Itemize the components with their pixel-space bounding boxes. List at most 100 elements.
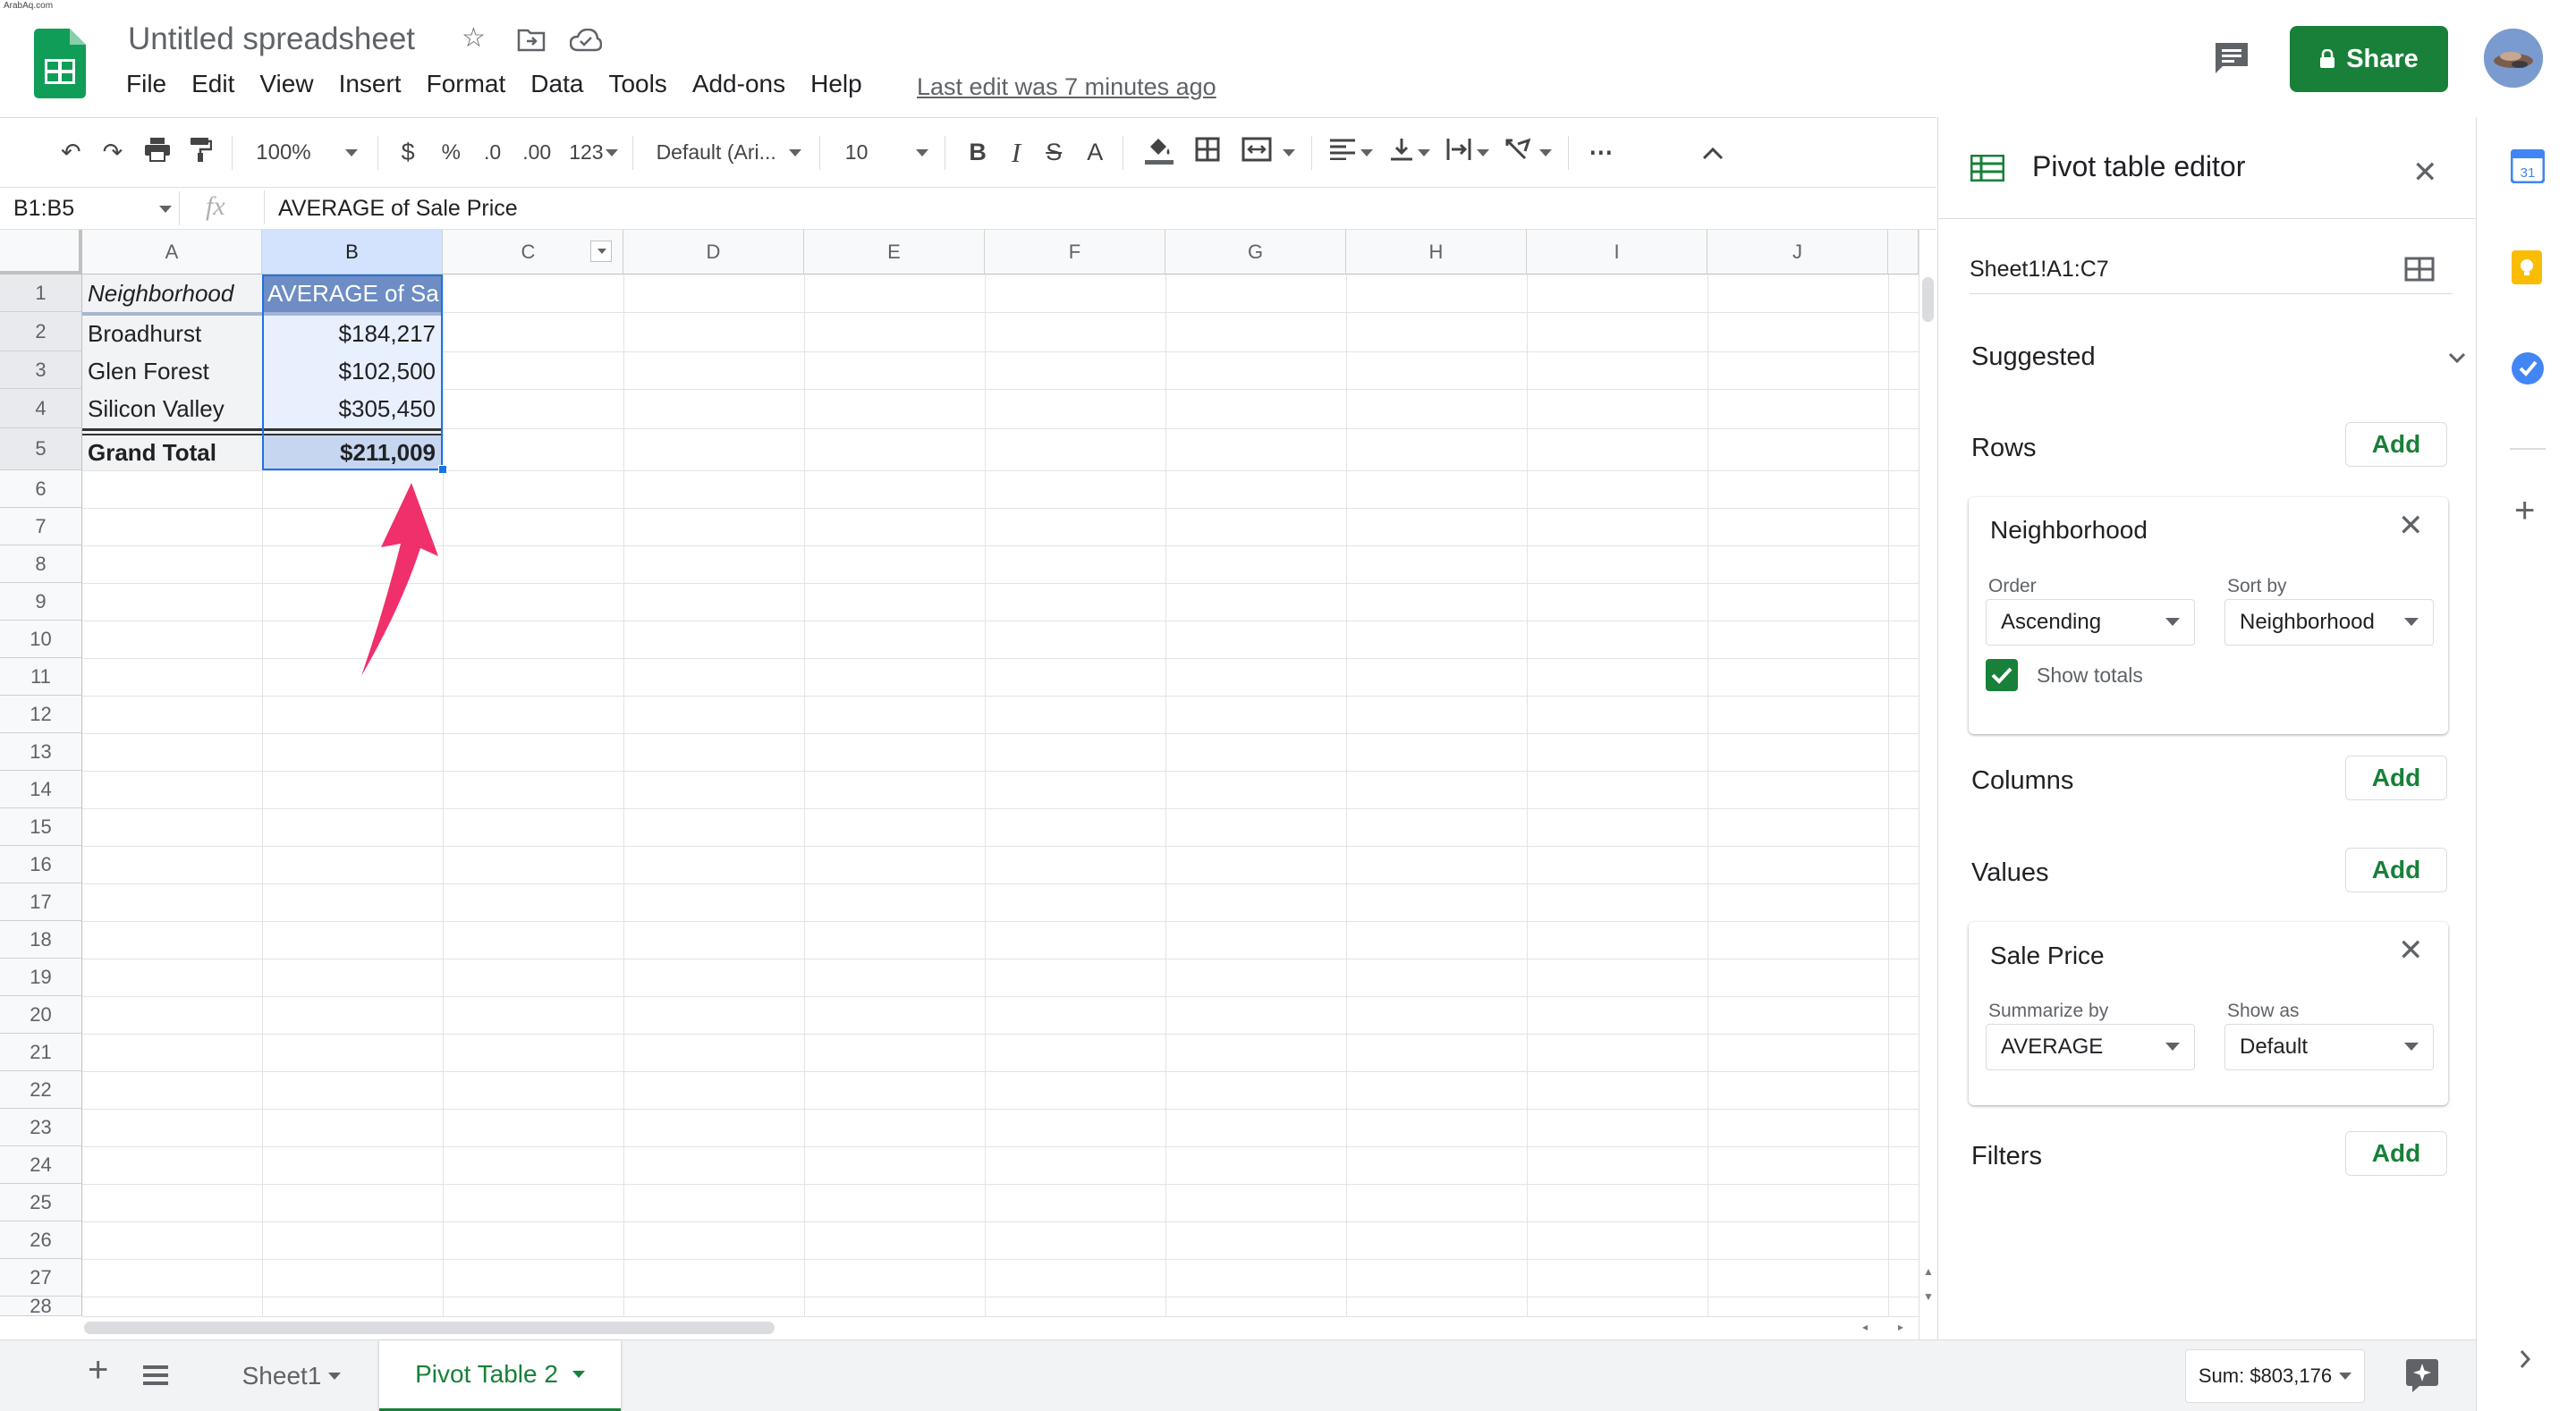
vertical-align-icon[interactable] [1391,137,1413,168]
pivot-row-name[interactable]: Glen Forest [88,353,258,389]
row-header[interactable]: 18 [0,921,82,959]
text-color-button[interactable]: A [1087,139,1103,166]
row-header[interactable]: 5 [0,428,82,470]
add-filter-button[interactable]: Add [2345,1131,2447,1176]
row-header[interactable]: 13 [0,733,82,771]
share-button[interactable]: Share [2290,26,2448,92]
row-header[interactable]: 21 [0,1034,82,1071]
summarize-by-dropdown[interactable]: AVERAGE [1986,1024,2195,1070]
decrease-decimal-button[interactable]: .0 [484,140,501,165]
font-select[interactable]: Default (Ari... [657,140,776,165]
grand-total-value[interactable]: $211,009 [267,435,436,470]
menu-data[interactable]: Data [530,70,583,98]
add-sheet-icon[interactable]: + [88,1352,108,1388]
percent-format-button[interactable]: % [442,140,461,165]
more-tools-icon[interactable]: ⋯ [1589,139,1613,166]
sheet-tab-sheet1[interactable]: Sheet1 [208,1340,375,1411]
row-header[interactable]: 23 [0,1109,82,1146]
keep-icon[interactable] [2511,249,2543,290]
row-header[interactable]: 11 [0,658,82,696]
move-folder-icon[interactable] [517,27,546,56]
row-header[interactable]: 15 [0,808,82,846]
redo-icon[interactable]: ↷ [103,139,123,166]
column-header-a[interactable]: A [82,230,262,275]
menu-file[interactable]: File [126,70,166,98]
tasks-icon[interactable] [2511,351,2545,390]
font-size-select[interactable]: 10 [845,140,869,165]
italic-button[interactable]: I [1012,137,1021,169]
print-icon[interactable] [144,137,171,168]
order-dropdown[interactable]: Ascending [1986,599,2195,646]
add-value-button[interactable]: Add [2345,848,2447,892]
column-header-c[interactable]: C [443,230,623,275]
show-totals-checkbox[interactable] [1986,659,2018,691]
borders-icon[interactable] [1195,137,1220,168]
menu-addons[interactable]: Add-ons [692,70,785,98]
bold-button[interactable]: B [969,139,987,166]
sheet-tab-pivot-table-2[interactable]: Pivot Table 2 [379,1340,621,1411]
row-header[interactable]: 14 [0,771,82,808]
name-box-caret-icon[interactable] [159,206,172,213]
remove-row-field-icon[interactable]: ✕ [2398,508,2424,544]
row-header[interactable]: 17 [0,883,82,921]
remove-value-field-icon[interactable]: ✕ [2398,933,2424,968]
strikethrough-button[interactable]: S [1046,139,1062,166]
suggested-expand-icon[interactable] [2448,351,2466,368]
select-range-icon[interactable] [2404,257,2435,286]
row-header[interactable]: 19 [0,959,82,996]
select-all-corner[interactable] [0,230,82,275]
text-rotation-icon[interactable] [1505,137,1534,168]
pivot-row-value[interactable]: $102,500 [267,353,436,389]
horizontal-scroll-thumb[interactable] [84,1322,775,1334]
vertical-scroll-thumb[interactable] [1922,277,1934,322]
zoom-caret-icon[interactable] [344,148,358,156]
last-edit-link[interactable]: Last edit was 7 minutes ago [917,73,1216,101]
sheets-logo[interactable] [34,29,86,98]
data-range-field[interactable]: Sheet1!A1:C7 [1970,249,2453,294]
row-header[interactable]: 3 [0,351,82,389]
more-formats-button[interactable]: 123 [569,140,603,165]
column-header-h[interactable]: H [1346,230,1527,275]
pivot-row-name[interactable]: Silicon Valley [88,391,258,427]
row-header[interactable]: 16 [0,846,82,883]
add-row-button[interactable]: Add [2345,422,2447,467]
sheet-tab-caret-icon[interactable] [572,1371,585,1378]
cloud-saved-icon[interactable] [569,28,603,56]
sort-by-dropdown[interactable]: Neighborhood [2224,599,2434,646]
scroll-right-icon[interactable]: ▸ [1898,1321,1903,1333]
column-menu-icon[interactable] [590,241,612,262]
column-header-b[interactable]: B [262,230,443,275]
paint-format-icon[interactable] [189,136,213,169]
star-icon[interactable]: ☆ [462,22,486,54]
menu-tools[interactable]: Tools [608,70,666,98]
scroll-left-icon[interactable]: ◂ [1862,1321,1868,1333]
add-addon-icon[interactable]: + [2514,493,2535,528]
row-header[interactable]: 10 [0,621,82,658]
column-header-k[interactable] [1888,230,1919,275]
grand-total-label[interactable]: Grand Total [88,435,258,470]
all-sheets-icon[interactable] [143,1365,168,1390]
row-header[interactable]: 9 [0,583,82,621]
avatar[interactable] [2484,29,2543,88]
row-header[interactable]: 1 [0,275,82,312]
row-header[interactable]: 20 [0,996,82,1034]
menu-help[interactable]: Help [810,70,862,98]
suggested-label[interactable]: Suggested [1971,342,2096,372]
horizontal-scrollbar[interactable]: ◂ ▸ [82,1316,1919,1339]
column-header-i[interactable]: I [1527,230,1707,275]
row-header[interactable]: 2 [0,312,82,351]
fill-handle[interactable] [438,465,447,474]
column-header-g[interactable]: G [1165,230,1346,275]
row-header[interactable]: 24 [0,1146,82,1184]
undo-icon[interactable]: ↶ [61,139,81,166]
pivot-row-value[interactable]: $184,217 [267,316,436,351]
zoom-select[interactable]: 100% [256,140,310,165]
menu-format[interactable]: Format [427,70,506,98]
pivot-header-average[interactable]: AVERAGE of Sa [267,275,439,312]
pivot-row-name[interactable]: Broadhurst [88,316,258,351]
menu-insert[interactable]: Insert [339,70,402,98]
document-title[interactable]: Untitled spreadsheet [128,21,415,57]
collapse-toolbar-icon[interactable] [1702,139,1724,166]
comment-icon[interactable] [2214,41,2250,80]
add-column-button[interactable]: Add [2345,756,2447,800]
